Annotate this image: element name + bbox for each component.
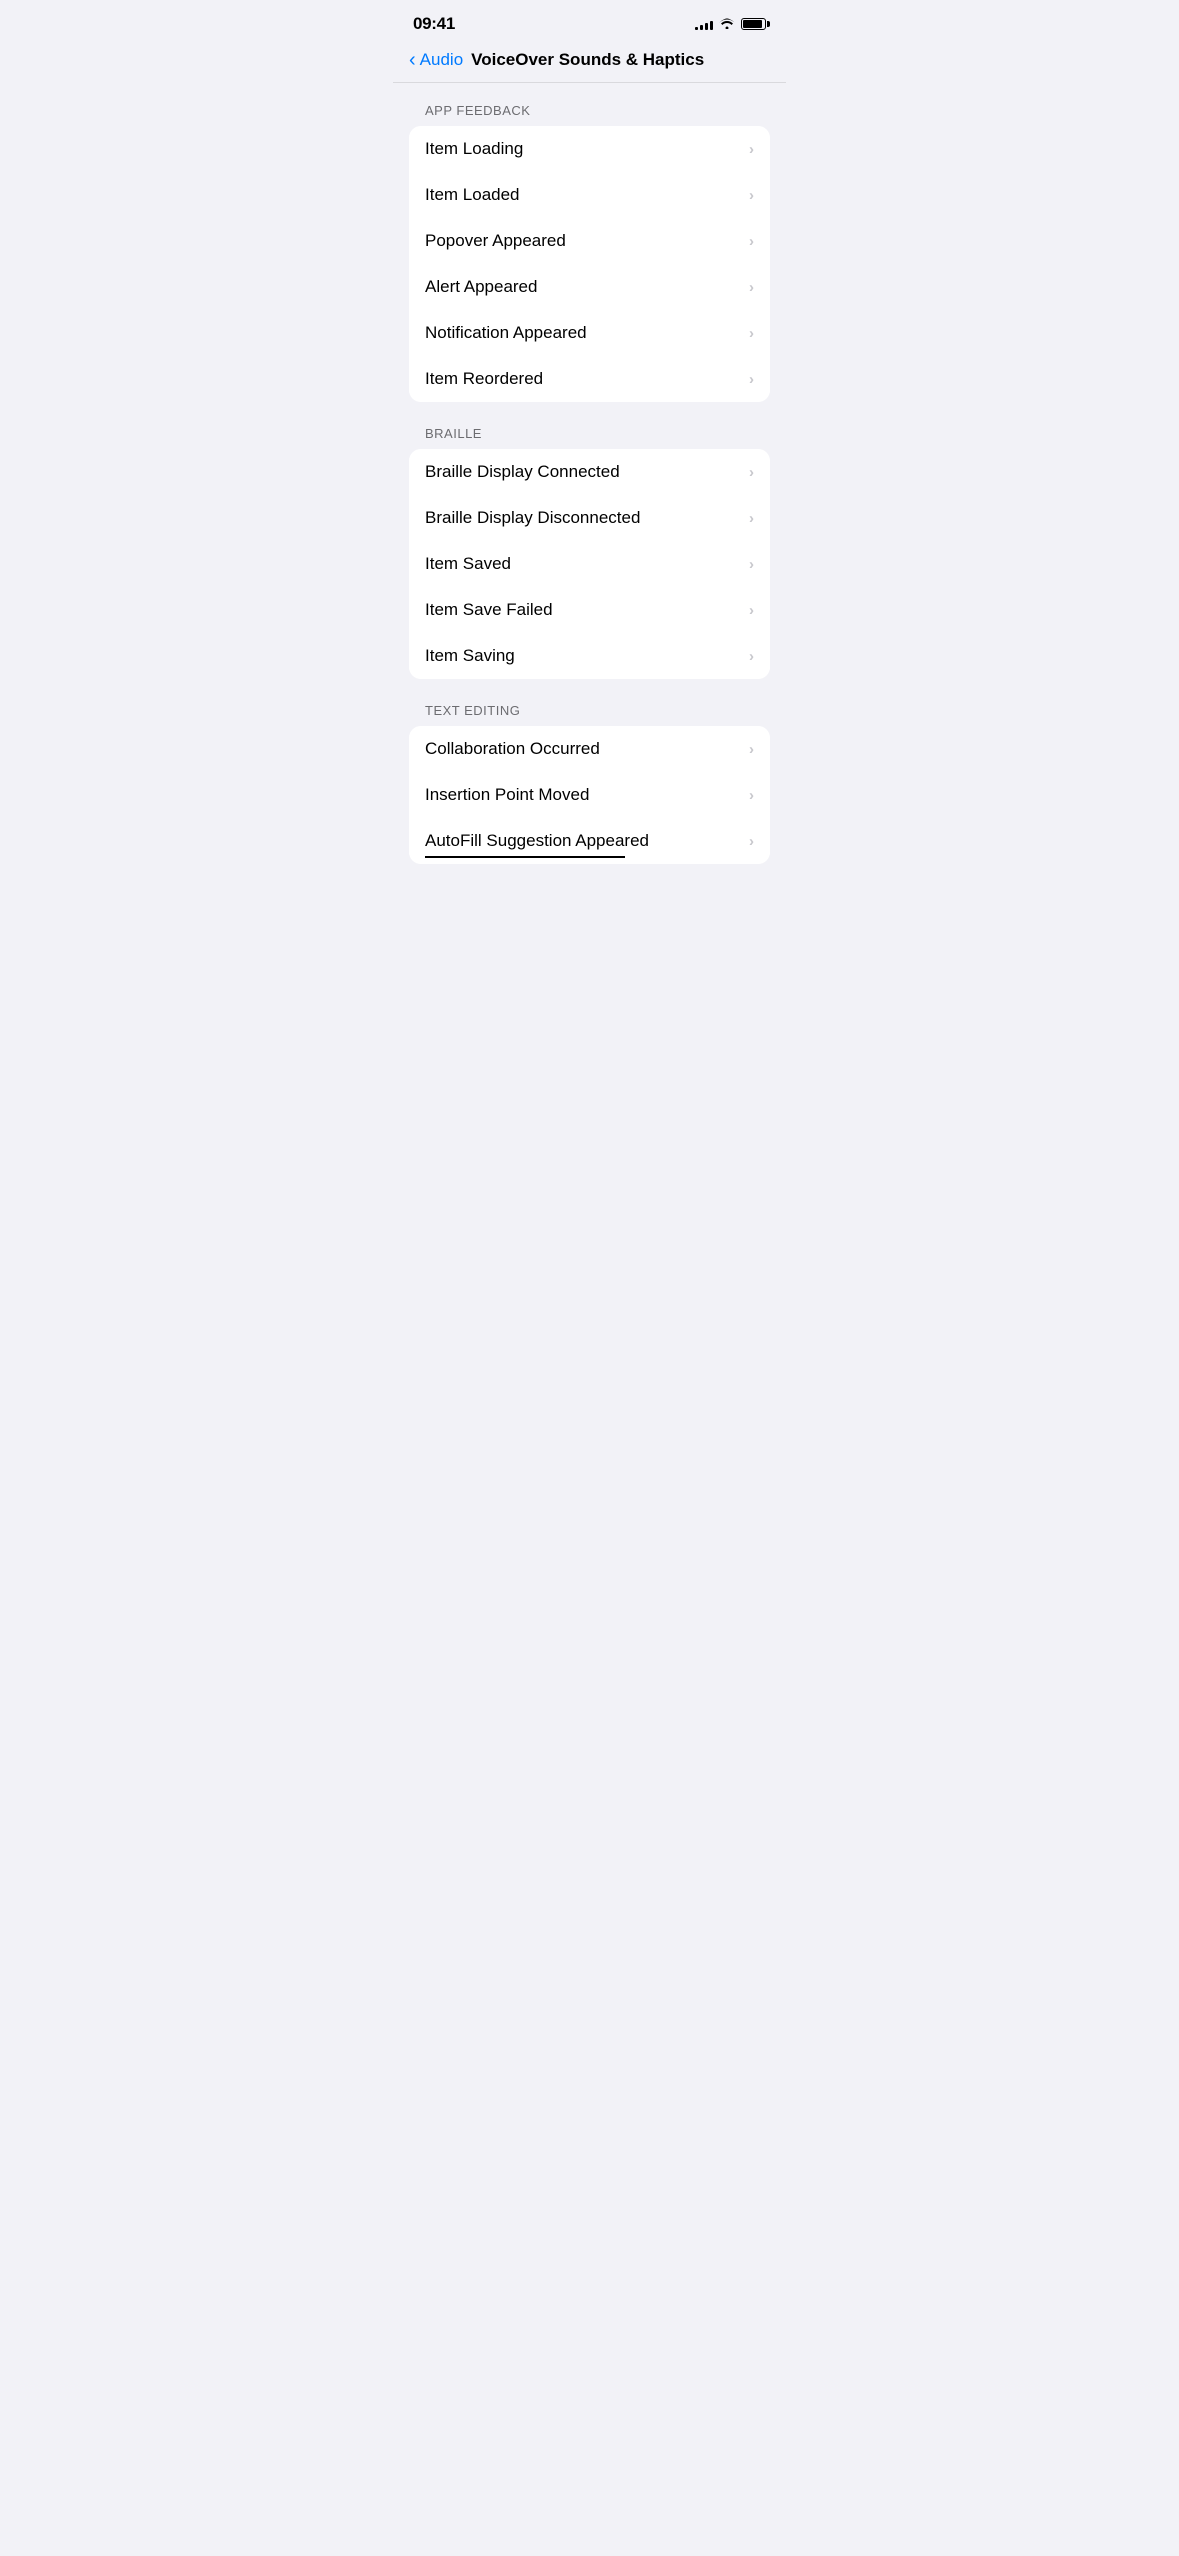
- list-group-braille: Braille Display Connected › Braille Disp…: [409, 449, 770, 679]
- section-header-text-editing: TEXT EDITING: [393, 703, 786, 726]
- status-icons: [695, 16, 766, 32]
- list-item-item-saving[interactable]: Item Saving ›: [409, 633, 770, 679]
- chevron-right-icon: ›: [749, 187, 754, 204]
- list-item-label: Popover Appeared: [425, 231, 566, 251]
- list-item-label: Item Saved: [425, 554, 511, 574]
- list-item-braille-display-connected[interactable]: Braille Display Connected ›: [409, 449, 770, 495]
- list-item-collaboration-occurred[interactable]: Collaboration Occurred ›: [409, 726, 770, 772]
- list-group-text-editing: Collaboration Occurred › Insertion Point…: [409, 726, 770, 864]
- page-title: VoiceOver Sounds & Haptics: [471, 50, 704, 70]
- list-item-label: Notification Appeared: [425, 323, 587, 343]
- chevron-right-icon: ›: [749, 510, 754, 527]
- chevron-right-icon: ›: [749, 833, 754, 850]
- list-item-braille-display-disconnected[interactable]: Braille Display Disconnected ›: [409, 495, 770, 541]
- chevron-right-icon: ›: [749, 141, 754, 158]
- list-item-item-save-failed[interactable]: Item Save Failed ›: [409, 587, 770, 633]
- section-header-app-feedback: APP FEEDBACK: [393, 103, 786, 126]
- list-item-label: Braille Display Disconnected: [425, 508, 640, 528]
- list-item-item-loading[interactable]: Item Loading ›: [409, 126, 770, 172]
- chevron-right-icon: ›: [749, 371, 754, 388]
- list-item-item-saved[interactable]: Item Saved ›: [409, 541, 770, 587]
- list-item-label: Braille Display Connected: [425, 462, 620, 482]
- chevron-right-icon: ›: [749, 741, 754, 758]
- status-bar: 09:41: [393, 0, 786, 42]
- back-chevron-icon: ‹: [409, 50, 416, 70]
- chevron-right-icon: ›: [749, 325, 754, 342]
- list-item-popover-appeared[interactable]: Popover Appeared ›: [409, 218, 770, 264]
- list-item-label: AutoFill Suggestion Appeared: [425, 831, 649, 851]
- list-item-alert-appeared[interactable]: Alert Appeared ›: [409, 264, 770, 310]
- list-item-item-loaded[interactable]: Item Loaded ›: [409, 172, 770, 218]
- list-item-label: Item Loaded: [425, 185, 520, 205]
- autofill-underline: [425, 856, 625, 858]
- signal-bars-icon: [695, 18, 713, 30]
- chevron-right-icon: ›: [749, 648, 754, 665]
- list-item-item-reordered[interactable]: Item Reordered ›: [409, 356, 770, 402]
- list-group-app-feedback: Item Loading › Item Loaded › Popover App…: [409, 126, 770, 402]
- chevron-right-icon: ›: [749, 556, 754, 573]
- list-item-label: Insertion Point Moved: [425, 785, 589, 805]
- list-item-label: Item Reordered: [425, 369, 543, 389]
- list-item-label: Collaboration Occurred: [425, 739, 600, 759]
- back-label: Audio: [420, 50, 463, 70]
- chevron-right-icon: ›: [749, 787, 754, 804]
- section-braille: BRAILLE Braille Display Connected › Brai…: [393, 426, 786, 679]
- back-button[interactable]: ‹ Audio: [409, 50, 463, 70]
- list-item-label: Item Saving: [425, 646, 515, 666]
- content: APP FEEDBACK Item Loading › Item Loaded …: [393, 83, 786, 908]
- list-item-notification-appeared[interactable]: Notification Appeared ›: [409, 310, 770, 356]
- chevron-right-icon: ›: [749, 464, 754, 481]
- section-app-feedback: APP FEEDBACK Item Loading › Item Loaded …: [393, 103, 786, 402]
- section-text-editing: TEXT EDITING Collaboration Occurred › In…: [393, 703, 786, 864]
- nav-header: ‹ Audio VoiceOver Sounds & Haptics: [393, 42, 786, 83]
- list-item-label: Item Loading: [425, 139, 523, 159]
- list-item-autofill-suggestion-appeared[interactable]: AutoFill Suggestion Appeared ›: [409, 818, 770, 864]
- status-time: 09:41: [413, 14, 455, 34]
- chevron-right-icon: ›: [749, 279, 754, 296]
- chevron-right-icon: ›: [749, 602, 754, 619]
- list-item-insertion-point-moved[interactable]: Insertion Point Moved ›: [409, 772, 770, 818]
- section-header-braille: BRAILLE: [393, 426, 786, 449]
- wifi-icon: [719, 16, 735, 32]
- list-item-label: Alert Appeared: [425, 277, 537, 297]
- list-item-label: Item Save Failed: [425, 600, 553, 620]
- chevron-right-icon: ›: [749, 233, 754, 250]
- battery-icon: [741, 18, 766, 30]
